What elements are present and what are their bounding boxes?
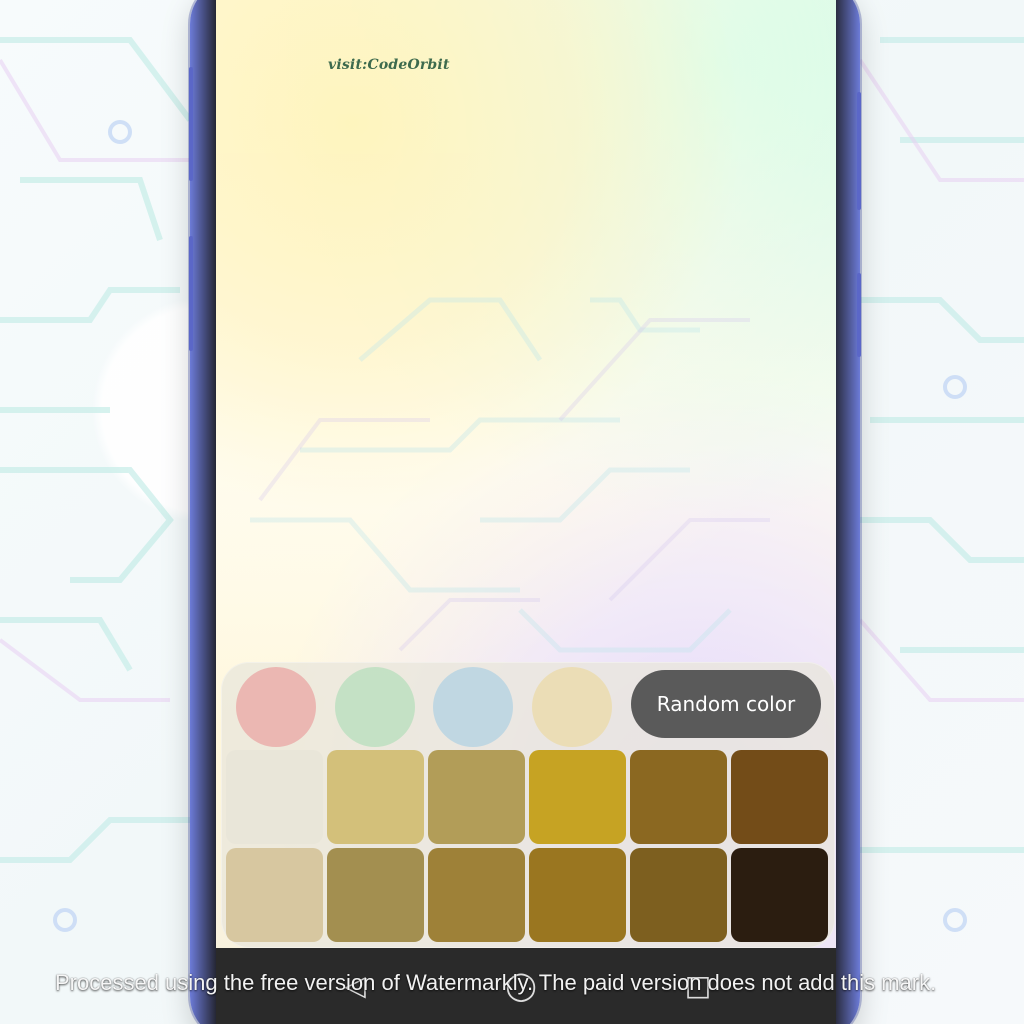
app-stage: visit:CodeOrbit Random color ◁ ◯ □ Proce… bbox=[0, 0, 1024, 1024]
left-side-key-top bbox=[189, 67, 193, 181]
random-color-button[interactable]: Random color bbox=[631, 670, 821, 738]
left-side-key-bottom bbox=[189, 236, 193, 351]
color-swatch[interactable] bbox=[731, 848, 828, 942]
color-swatch[interactable] bbox=[428, 848, 525, 942]
color-swatch[interactable] bbox=[529, 750, 626, 844]
color-swatch[interactable] bbox=[226, 750, 323, 844]
color-swatch[interactable] bbox=[226, 848, 323, 942]
color-swatch[interactable] bbox=[529, 848, 626, 942]
phone-screen: visit:CodeOrbit Random color bbox=[216, 0, 836, 1024]
color-swatch[interactable] bbox=[327, 750, 424, 844]
color-swatch[interactable] bbox=[731, 750, 828, 844]
watermark-text: Processed using the free version of Wate… bbox=[55, 970, 937, 995]
right-side-key-bottom bbox=[857, 273, 861, 357]
color-swatch[interactable] bbox=[428, 750, 525, 844]
brand-text: visit:CodeOrbit bbox=[328, 57, 450, 73]
color-swatch[interactable] bbox=[327, 848, 424, 942]
color-swatch[interactable] bbox=[630, 750, 727, 844]
right-side-key-top bbox=[857, 92, 861, 210]
color-swatch[interactable] bbox=[630, 848, 727, 942]
swatch-grid bbox=[226, 750, 828, 944]
